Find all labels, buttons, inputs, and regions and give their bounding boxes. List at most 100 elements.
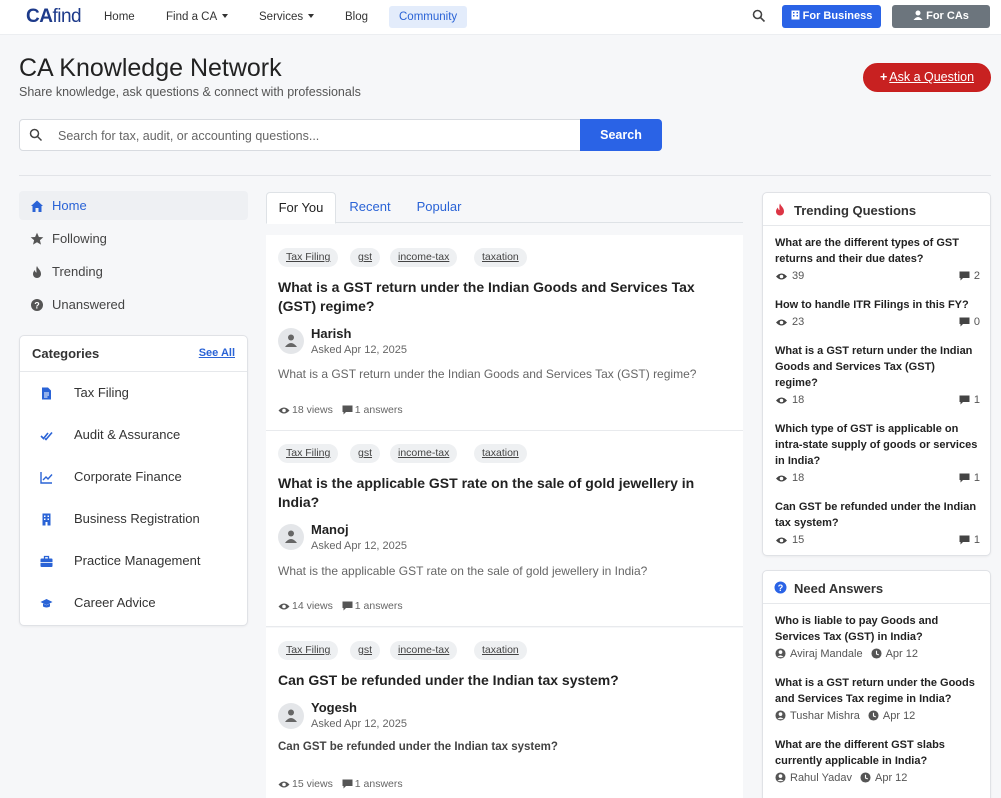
nav-find-a-ca[interactable]: Find a CA — [166, 9, 229, 26]
search-button[interactable]: Search — [580, 119, 662, 151]
need-answers-title: Need Answers — [794, 581, 884, 596]
question-title[interactable]: What is a GST return under the Indian Go… — [278, 278, 728, 316]
page-title: CA Knowledge Network — [19, 54, 282, 82]
category-career-advice[interactable]: Career Advice — [20, 583, 247, 625]
need-answer-item[interactable]: What are the different GST slabs current… — [775, 737, 980, 788]
category-tax-filing[interactable]: Tax Filing — [20, 373, 247, 415]
question-title[interactable]: What is the applicable GST rate on the s… — [278, 474, 728, 512]
tag-link[interactable]: gst — [350, 641, 381, 660]
question-author[interactable]: Yogesh — [311, 700, 357, 715]
categories-header: Categories See All — [20, 336, 247, 372]
question-circle-icon: ? — [774, 581, 787, 594]
double-check-icon — [40, 431, 53, 441]
tag-link[interactable]: gst — [350, 248, 381, 267]
question-stats: 14 views 1 answers — [278, 600, 403, 612]
question-card[interactable]: Tax Filing gst income-tax taxation Can G… — [266, 628, 743, 798]
divider — [19, 175, 991, 176]
tag-link[interactable]: taxation — [474, 641, 527, 660]
sidebar-item-unanswered[interactable]: ? Unanswered — [19, 290, 248, 319]
avatar — [278, 524, 304, 550]
nav-blog[interactable]: Blog — [345, 9, 368, 26]
comment-icon — [959, 473, 970, 483]
need-answer-item[interactable]: What is a GST return under the Goods and… — [775, 675, 980, 726]
tag-link[interactable]: income-tax — [390, 444, 458, 463]
trending-item[interactable]: Which type of GST is applicable on intra… — [775, 421, 980, 488]
search-input[interactable] — [58, 126, 568, 146]
for-cas-button[interactable]: For CAs — [892, 5, 990, 28]
tag-link[interactable]: Tax Filing — [278, 444, 339, 463]
tag-link[interactable]: Tax Filing — [278, 641, 339, 660]
sidebar-item-trending[interactable]: Trending — [19, 257, 248, 286]
tag-link[interactable]: income-tax — [390, 641, 458, 660]
question-excerpt: What is a GST return under the Indian Go… — [278, 367, 697, 381]
fire-icon — [776, 203, 784, 216]
question-card[interactable]: Tax Filing gst income-tax taxation What … — [266, 431, 743, 627]
search-bar: Search — [19, 119, 662, 151]
comment-icon — [342, 601, 353, 611]
question-title[interactable]: Can GST be refunded under the Indian tax… — [278, 671, 728, 690]
user-icon — [285, 709, 297, 722]
logo[interactable]: CAfind — [26, 6, 82, 28]
nav-home[interactable]: Home — [104, 9, 135, 26]
trending-item[interactable]: Can GST be refunded under the Indian tax… — [775, 499, 980, 550]
user-icon — [913, 10, 923, 20]
tag-link[interactable]: Tax Filing — [278, 248, 339, 267]
trending-item[interactable]: What is a GST return under the Indian Go… — [775, 343, 980, 410]
comment-icon — [959, 317, 970, 327]
nav-services[interactable]: Services — [259, 9, 315, 26]
comment-icon — [959, 535, 970, 545]
comment-icon — [959, 395, 970, 405]
tag-link[interactable]: income-tax — [390, 248, 458, 267]
see-all-link[interactable]: See All — [199, 347, 235, 359]
user-icon — [775, 772, 786, 783]
category-audit-assurance[interactable]: Audit & Assurance — [20, 415, 247, 457]
plus-icon: + — [879, 70, 888, 84]
comment-icon — [342, 779, 353, 789]
category-corporate-finance[interactable]: Corporate Finance — [20, 457, 247, 499]
fire-icon — [33, 266, 41, 278]
need-answers-card: ? Need Answers Who is liable to pay Good… — [762, 570, 991, 798]
for-business-button[interactable]: For Business — [782, 5, 881, 28]
tag-link[interactable]: taxation — [474, 248, 527, 267]
category-practice-management[interactable]: Practice Management — [20, 541, 247, 583]
question-author[interactable]: Manoj — [311, 522, 349, 537]
ask-question-button[interactable]: + Ask a Question — [863, 63, 991, 92]
home-icon — [31, 200, 43, 212]
comment-icon — [959, 271, 970, 281]
search-icon[interactable] — [752, 9, 766, 23]
eye-icon — [278, 407, 290, 414]
sidebar-item-home[interactable]: Home — [19, 191, 248, 220]
tab-recent[interactable]: Recent — [338, 192, 402, 223]
question-author[interactable]: Harish — [311, 326, 351, 341]
need-answer-item[interactable]: Who is liable to pay Goods and Services … — [775, 613, 980, 664]
svg-text:?: ? — [34, 301, 40, 311]
user-icon — [775, 710, 786, 721]
svg-text:?: ? — [778, 583, 784, 593]
question-date: Asked Apr 12, 2025 — [311, 344, 408, 356]
tag-link[interactable]: gst — [350, 444, 381, 463]
star-icon — [30, 232, 44, 245]
sidebar-item-following[interactable]: Following — [19, 224, 248, 253]
user-icon — [285, 334, 297, 347]
trending-header: Trending Questions — [763, 193, 990, 226]
eye-icon — [278, 781, 290, 788]
tab-for-you[interactable]: For You — [266, 192, 336, 224]
nav-community[interactable]: Community — [389, 6, 468, 28]
search-icon — [29, 128, 43, 142]
category-business-registration[interactable]: Business Registration — [20, 499, 247, 541]
page-subtitle: Share knowledge, ask questions & connect… — [19, 85, 361, 99]
categories-card: Categories See All Tax Filing Audit & As… — [19, 335, 248, 626]
feed-tabs: For You Recent Popular — [266, 192, 743, 224]
trending-item[interactable]: How to handle ITR Filings in this FY? 23… — [775, 297, 980, 332]
eye-icon — [776, 319, 787, 326]
tab-popular[interactable]: Popular — [406, 192, 472, 223]
clock-icon — [868, 710, 879, 721]
question-date: Asked Apr 12, 2025 — [311, 540, 408, 552]
trending-item[interactable]: What are the different types of GST retu… — [775, 235, 980, 286]
avatar — [278, 328, 304, 354]
eye-icon — [776, 273, 787, 280]
tag-link[interactable]: taxation — [474, 444, 527, 463]
question-card[interactable]: Tax Filing gst income-tax taxation What … — [266, 235, 743, 431]
question-date: Asked Apr 12, 2025 — [311, 718, 408, 730]
question-excerpt: What is the applicable GST rate on the s… — [278, 564, 648, 578]
